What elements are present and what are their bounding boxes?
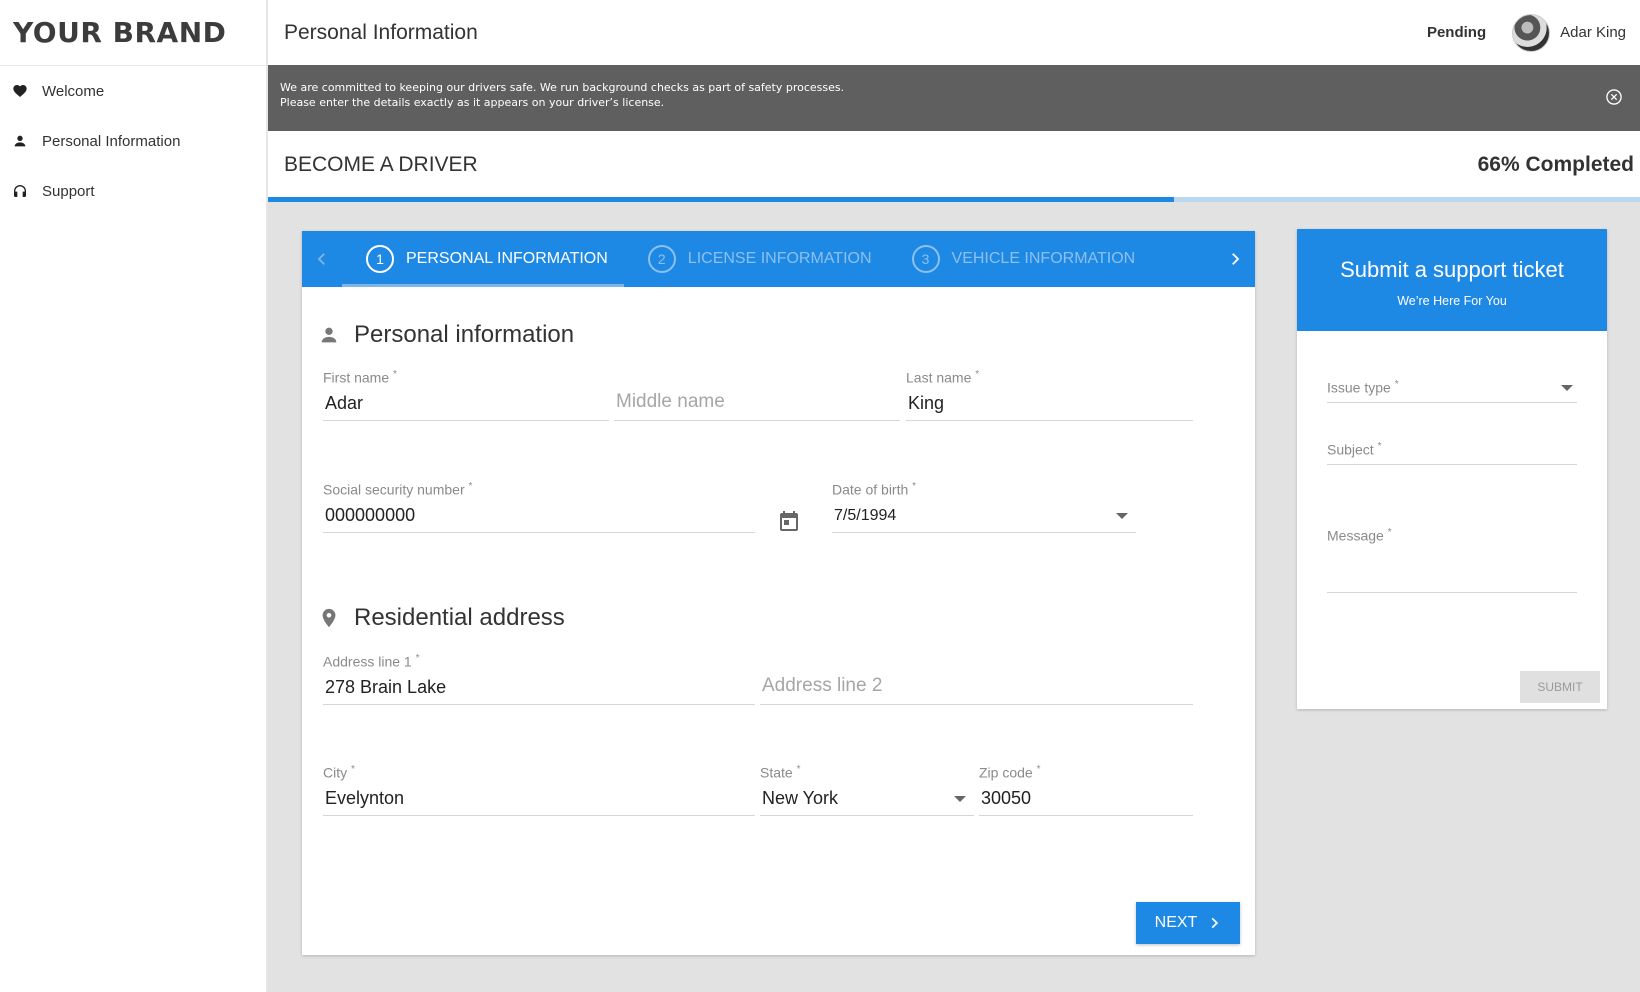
step-label: VEHICLE INFORMATION (951, 250, 1136, 267)
step-personal-information[interactable]: 1 PERSONAL INFORMATION (342, 231, 624, 287)
issue-type-select[interactable]: Issue type * (1327, 379, 1577, 403)
page-title: Personal Information (284, 20, 478, 44)
address-line1-field[interactable]: Address line 1 * 278 Brain Lake (323, 653, 755, 705)
driver-form-card: 1 PERSONAL INFORMATION 2 LICENSE INFORMA… (302, 231, 1255, 955)
calendar-icon[interactable] (777, 509, 801, 533)
dob-field[interactable]: Date of birth * 7/5/1994 (832, 481, 1136, 533)
support-subtitle: We’re Here For You (1397, 294, 1507, 308)
banner-line-1: We are committed to keeping our drivers … (280, 81, 845, 94)
step-number: 3 (911, 245, 940, 273)
progress-header: BECOME A DRIVER 66% Completed (268, 131, 1640, 199)
support-ticket-card: Submit a support ticket We’re Here For Y… (1297, 229, 1607, 709)
ssn-field[interactable]: Social security number * 000000000 (323, 481, 755, 533)
progress-fill (268, 197, 1174, 202)
state-select[interactable]: New York (760, 782, 974, 816)
progress-percent: 66% Completed (1477, 153, 1634, 176)
submit-button[interactable]: SUBMIT (1520, 671, 1600, 703)
location-pin-icon (322, 608, 336, 628)
banner-line-2: Please enter the details exactly as it a… (280, 96, 665, 109)
middle-name-input[interactable]: Middle name (614, 387, 900, 421)
address-line2-input[interactable]: Address line 2 (760, 671, 1193, 705)
person-icon (12, 133, 42, 149)
section-heading: BECOME A DRIVER (284, 153, 478, 176)
step-number: 2 (647, 245, 676, 273)
person-icon (321, 327, 337, 343)
sidebar-item-support[interactable]: Support (0, 166, 266, 216)
chevron-down-icon (954, 796, 966, 802)
personal-section-title: Personal information (318, 321, 574, 349)
sidebar-item-welcome[interactable]: Welcome (0, 66, 266, 116)
info-banner: We are committed to keeping our drivers … (268, 65, 1640, 131)
sidebar-item-personal-information[interactable]: Personal Information (0, 116, 266, 166)
middle-name-field[interactable]: Middle name (614, 369, 900, 421)
city-field[interactable]: City * Evelynton (323, 764, 755, 816)
progress-bar (268, 197, 1640, 202)
state-field[interactable]: State * New York (760, 764, 974, 816)
sidebar: YOUR BRAND Welcome Personal Information … (0, 0, 268, 992)
headset-icon (12, 183, 42, 199)
step-vehicle-information[interactable]: 3 VEHICLE INFORMATION (888, 231, 1152, 287)
last-name-input[interactable]: King (906, 387, 1193, 421)
close-icon[interactable] (1604, 87, 1624, 107)
city-input[interactable]: Evelynton (323, 782, 755, 816)
sidebar-item-label: Support (42, 182, 95, 200)
chevron-down-icon (1561, 385, 1573, 391)
chevron-right-icon[interactable] (1215, 231, 1255, 287)
step-license-information[interactable]: 2 LICENSE INFORMATION (624, 231, 888, 287)
last-name-field[interactable]: Last name * King (906, 369, 1193, 421)
status-label: Pending (1426, 24, 1487, 41)
dob-select[interactable]: 7/5/1994 (832, 499, 1136, 533)
chevron-down-icon (1116, 513, 1128, 519)
support-header: Submit a support ticket We’re Here For Y… (1297, 229, 1607, 331)
support-title: Submit a support ticket (1340, 257, 1564, 282)
address-line2-field[interactable]: Address line 2 (760, 653, 1193, 705)
message-textarea[interactable]: Message * (1327, 527, 1577, 593)
zip-code-input[interactable]: 30050 (979, 782, 1193, 816)
step-label: LICENSE INFORMATION (687, 250, 872, 267)
heart-icon (12, 83, 42, 99)
first-name-field[interactable]: First name * Adar (323, 369, 609, 421)
step-number: 1 (366, 245, 394, 273)
step-label: PERSONAL INFORMATION (406, 250, 608, 267)
top-bar: Personal Information Pending Adar King (268, 0, 1640, 65)
stepper: 1 PERSONAL INFORMATION 2 LICENSE INFORMA… (302, 231, 1255, 287)
chevron-right-icon (1211, 917, 1219, 929)
brand-logo[interactable]: YOUR BRAND (0, 0, 266, 66)
first-name-input[interactable]: Adar (323, 387, 609, 421)
chevron-left-icon[interactable] (302, 231, 342, 287)
next-button[interactable]: NEXT (1136, 902, 1240, 944)
address-line1-input[interactable]: 278 Brain Lake (323, 671, 755, 705)
zip-code-field[interactable]: Zip code * 30050 (979, 764, 1193, 816)
address-section-title: Residential address (318, 604, 565, 632)
avatar[interactable] (1512, 13, 1551, 52)
user-name[interactable]: Adar King (1560, 24, 1626, 41)
subject-input[interactable]: Subject * (1327, 441, 1577, 465)
sidebar-item-label: Welcome (42, 82, 105, 100)
sidebar-item-label: Personal Information (42, 132, 181, 150)
ssn-input[interactable]: 000000000 (323, 499, 755, 533)
